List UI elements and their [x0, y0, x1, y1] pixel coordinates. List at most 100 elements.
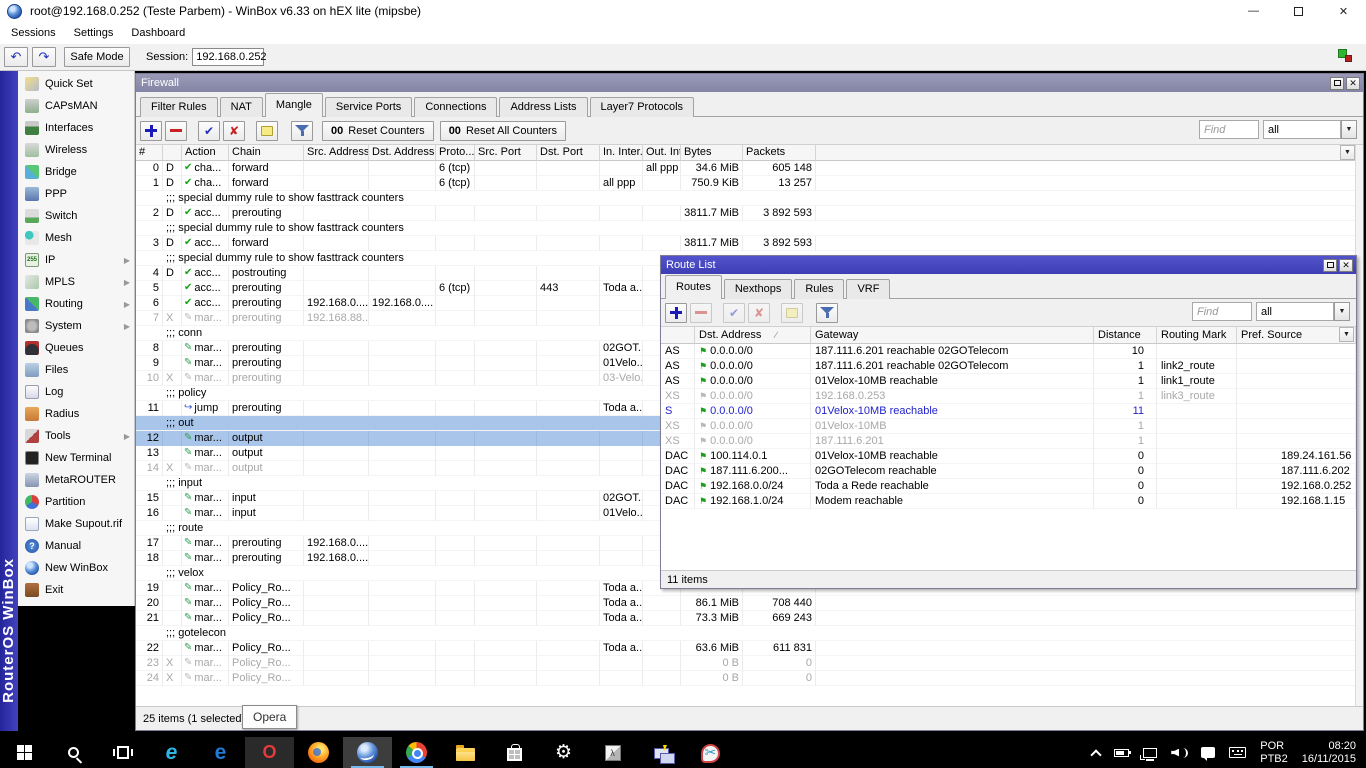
filter-dropdown-button[interactable]: ▼: [1334, 302, 1350, 321]
sidebar-item-ip[interactable]: 255IP▶: [18, 249, 134, 271]
filter-button[interactable]: [291, 121, 313, 141]
mangle-rule-row[interactable]: 22✎mar...Policy_Ro...Toda a...63.6 MiB61…: [136, 641, 1363, 656]
sidebar-item-log[interactable]: Log: [18, 381, 134, 403]
tab-nexthops[interactable]: Nexthops: [724, 279, 792, 299]
sidebar-item-mpls[interactable]: MPLS▶: [18, 271, 134, 293]
route-row[interactable]: XS⚑0.0.0.0/0192.168.0.2531link3_route: [661, 389, 1356, 404]
column-header-dst-port[interactable]: Dst. Port: [537, 145, 600, 161]
taskbar-chrome-button[interactable]: [392, 737, 441, 768]
sidebar-item-tools[interactable]: Tools▶: [18, 425, 134, 447]
firewall-titlebar[interactable]: Firewall ✕: [136, 74, 1363, 92]
sidebar-item-new-winbox[interactable]: New WinBox: [18, 557, 134, 579]
column-header-#[interactable]: #: [136, 145, 163, 161]
route-row[interactable]: AS⚑0.0.0.0/0187.111.6.201 reachable 02GO…: [661, 359, 1356, 374]
add-rule-button[interactable]: [140, 121, 162, 141]
firewall-close-button[interactable]: ✕: [1346, 77, 1360, 90]
taskbar-firefox-button[interactable]: [294, 737, 343, 768]
filter-dropdown-button[interactable]: ▼: [1341, 120, 1357, 139]
taskbar-snipping-tool-button[interactable]: ✂: [686, 737, 735, 768]
firewall-restore-button[interactable]: [1330, 77, 1344, 90]
remove-rule-button[interactable]: [165, 121, 187, 141]
sidebar-item-manual[interactable]: ?Manual: [18, 535, 134, 557]
reset-all-counters-button[interactable]: 00Reset All Counters: [440, 121, 566, 141]
mangle-rule-row[interactable]: 0D✔cha...forward6 (tcp)all ppp34.6 MiB60…: [136, 161, 1363, 176]
undo-button[interactable]: ↶: [4, 47, 28, 67]
column-header-src-port[interactable]: Src. Port: [475, 145, 537, 161]
enable-route-button[interactable]: ✔: [723, 303, 745, 323]
find-input[interactable]: [1199, 120, 1259, 139]
taskbar-cube-app-button[interactable]: λ: [588, 737, 637, 768]
tab-routes[interactable]: Routes: [665, 275, 722, 299]
enable-rule-button[interactable]: ✔: [198, 121, 220, 141]
route-row[interactable]: AS⚑0.0.0.0/0187.111.6.201 reachable 02GO…: [661, 344, 1356, 359]
route-row[interactable]: XS⚑0.0.0.0/0187.111.6.2011: [661, 434, 1356, 449]
clock[interactable]: 08:20 16/11/2015: [1302, 740, 1356, 766]
taskbar-internet-explorer-button[interactable]: e: [147, 737, 196, 768]
column-header-routing-mark[interactable]: Routing Mark: [1157, 327, 1237, 344]
tab-rules[interactable]: Rules: [794, 279, 844, 299]
column-header-flags[interactable]: [661, 327, 695, 344]
sidebar-item-capsman[interactable]: CAPsMAN: [18, 95, 134, 117]
minimize-button[interactable]: —: [1231, 0, 1276, 22]
tab-connections[interactable]: Connections: [414, 97, 497, 117]
sidebar-item-mesh[interactable]: Mesh: [18, 227, 134, 249]
column-header-action[interactable]: Action: [182, 145, 229, 161]
add-route-button[interactable]: [665, 303, 687, 323]
column-header-src-address[interactable]: Src. Address: [304, 145, 369, 161]
mangle-rule-row[interactable]: 1D✔cha...forward6 (tcp)all ppp750.9 KiB1…: [136, 176, 1363, 191]
sidebar-item-new-terminal[interactable]: New Terminal: [18, 447, 134, 469]
taskbar-start-button[interactable]: [0, 737, 49, 768]
comment-row[interactable]: ;;; special dummy rule to show fasttrack…: [136, 191, 1363, 206]
sidebar-item-partition[interactable]: Partition: [18, 491, 134, 513]
volume-icon[interactable]: [1171, 747, 1187, 759]
column-header-packets[interactable]: Packets: [743, 145, 816, 161]
column-header-gateway[interactable]: Gateway: [811, 327, 1094, 344]
taskbar-winbox-button[interactable]: [343, 737, 392, 768]
route-list-titlebar[interactable]: Route List ✕: [661, 256, 1356, 274]
sidebar-item-exit[interactable]: Exit: [18, 579, 134, 601]
menu-sessions[interactable]: Sessions: [2, 22, 65, 44]
sidebar-item-wireless[interactable]: Wireless: [18, 139, 134, 161]
mangle-rule-row[interactable]: 23X✎mar...Policy_Ro...0 B0: [136, 656, 1363, 671]
route-row[interactable]: DAC⚑100.114.0.101Velox-10MB reachable018…: [661, 449, 1356, 464]
column-header-proto-[interactable]: Proto...: [436, 145, 475, 161]
column-header-bytes[interactable]: Bytes: [681, 145, 743, 161]
keyboard-icon[interactable]: [1229, 747, 1246, 758]
taskbar-putty-button[interactable]: [637, 737, 686, 768]
route-list-close-button[interactable]: ✕: [1339, 259, 1353, 272]
taskbar-task-view-button[interactable]: [98, 737, 147, 768]
tab-service-ports[interactable]: Service Ports: [325, 97, 412, 117]
route-row[interactable]: DAC⚑192.168.0.0/24Toda a Rede reachable0…: [661, 479, 1356, 494]
sidebar-item-interfaces[interactable]: Interfaces: [18, 117, 134, 139]
tab-vrf[interactable]: VRF: [846, 279, 890, 299]
route-list-restore-button[interactable]: [1323, 259, 1337, 272]
sidebar-item-queues[interactable]: Queues: [18, 337, 134, 359]
remove-route-button[interactable]: [690, 303, 712, 323]
column-header-dst-address[interactable]: Dst. Address: [369, 145, 436, 161]
taskbar-settings-button[interactable]: ⚙: [539, 737, 588, 768]
mangle-rule-row[interactable]: 3D✔acc...forward3811.7 MiB3 892 593: [136, 236, 1363, 251]
sidebar-item-system[interactable]: System▶: [18, 315, 134, 337]
column-select-button[interactable]: ▼: [1340, 145, 1355, 160]
battery-icon[interactable]: [1114, 749, 1129, 757]
sidebar-item-ppp[interactable]: PPP: [18, 183, 134, 205]
filter-select[interactable]: all: [1263, 120, 1341, 139]
route-row[interactable]: XS⚑0.0.0.0/001Velox-10MB1: [661, 419, 1356, 434]
disable-route-button[interactable]: ✘: [748, 303, 770, 323]
column-select-button[interactable]: ▼: [1339, 327, 1354, 342]
sidebar-item-bridge[interactable]: Bridge: [18, 161, 134, 183]
tab-mangle[interactable]: Mangle: [265, 93, 323, 117]
column-header-chain[interactable]: Chain: [229, 145, 304, 161]
mangle-rule-row[interactable]: 21✎mar...Policy_Ro...Toda a...73.3 MiB66…: [136, 611, 1363, 626]
sidebar-item-radius[interactable]: Radius: [18, 403, 134, 425]
tab-address-lists[interactable]: Address Lists: [499, 97, 587, 117]
sidebar-item-metarouter[interactable]: MetaROUTER: [18, 469, 134, 491]
column-header-flags[interactable]: [163, 145, 182, 161]
column-header-distance[interactable]: Distance: [1094, 327, 1157, 344]
comment-row[interactable]: ;;; gotelecon: [136, 626, 1363, 641]
taskbar-file-explorer-button[interactable]: [441, 737, 490, 768]
filter-select[interactable]: all: [1256, 302, 1334, 321]
network-icon[interactable]: [1143, 748, 1157, 758]
comment-row[interactable]: ;;; special dummy rule to show fasttrack…: [136, 221, 1363, 236]
redo-button[interactable]: ↷: [32, 47, 56, 67]
